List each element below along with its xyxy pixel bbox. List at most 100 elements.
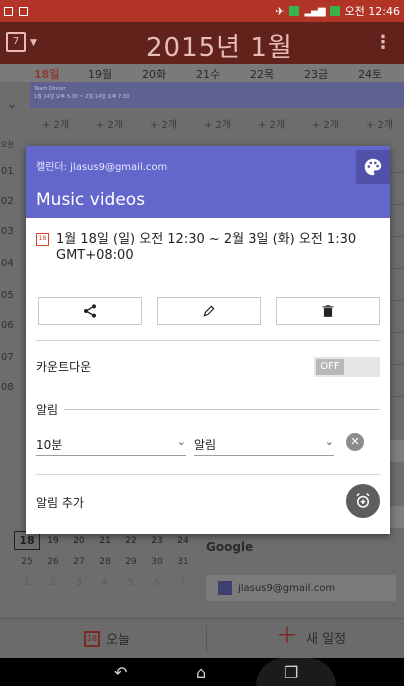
mini-calendar-day[interactable]: 6: [144, 578, 170, 588]
palette-icon[interactable]: [356, 150, 390, 184]
account-list: Google jlasus9@gmail.com: [206, 540, 398, 601]
day-header[interactable]: 19월: [88, 66, 112, 82]
more-events[interactable]: + 2개: [258, 116, 285, 131]
new-event-label: 새 일정: [306, 631, 347, 647]
month-title: 2015년 1월: [146, 33, 293, 63]
bottom-bar-divider: [206, 625, 207, 653]
status-bar: ✈ ▂▄▆ 오전 12:46: [0, 0, 404, 22]
event-actions: [38, 297, 380, 325]
recent-apps-icon[interactable]: ❐: [284, 663, 298, 682]
alarm-time-value: 10분: [36, 438, 63, 452]
event-title: Music videos: [36, 190, 146, 210]
back-icon[interactable]: ↶: [114, 663, 127, 682]
app-bar: 7 ▼ 2015년 1월 ⋮: [0, 22, 404, 64]
status-time: 오전 12:46: [344, 5, 400, 18]
mini-calendar-day[interactable]: 31: [170, 557, 196, 567]
alarm-type-value: 알림: [194, 438, 217, 452]
day-header[interactable]: 24토: [358, 66, 382, 82]
mini-calendar-day[interactable]: 30: [144, 557, 170, 567]
all-day-event[interactable]: Team Dinner 1월 14일 오후 5:30 ~ 2월 14일 오후 7…: [30, 82, 404, 108]
mini-calendar-day[interactable]: 27: [66, 557, 92, 567]
mini-calendar-row: 25 26 27 28 29 30 31: [14, 551, 198, 572]
screenshot-icon: [19, 6, 28, 16]
more-events-row: + 2개 + 2개 + 2개 + 2개 + 2개 + 2개 + 2개: [30, 110, 404, 136]
alarm-section-label: 알림: [36, 401, 63, 418]
hour-label: 오전: [1, 141, 14, 149]
mini-calendar-day[interactable]: 26: [40, 557, 66, 567]
day-header[interactable]: 18일: [34, 66, 59, 82]
mini-calendar-day[interactable]: 23: [144, 536, 170, 546]
day-header[interactable]: 21수: [196, 66, 220, 82]
hour-label: 03: [1, 226, 14, 237]
mini-calendar-day[interactable]: 29: [118, 557, 144, 567]
more-events[interactable]: + 2개: [42, 116, 69, 131]
account-email: jlasus9@gmail.com: [238, 582, 336, 594]
mini-calendar-day[interactable]: 4: [92, 578, 118, 588]
mini-calendar-day[interactable]: 7: [170, 578, 196, 588]
event-timezone: GMT+08:00: [56, 248, 134, 263]
mini-calendar-day[interactable]: 1: [14, 578, 40, 588]
chevron-down-icon: ⌄: [176, 435, 186, 448]
account-item[interactable]: jlasus9@gmail.com: [206, 575, 396, 601]
notification-icon: [4, 6, 13, 16]
calendar-account-label: 캘린더: jlasus9@gmail.com: [36, 162, 168, 173]
home-icon[interactable]: ⌂: [196, 663, 206, 682]
collapse-chevron-icon[interactable]: ⌄: [6, 96, 18, 112]
trash-icon: [322, 305, 334, 317]
mini-calendar-day[interactable]: 2: [40, 578, 66, 588]
mini-calendar-day[interactable]: 19: [40, 536, 66, 546]
more-events[interactable]: + 2개: [204, 116, 231, 131]
chevron-down-icon: ⌄: [324, 435, 334, 448]
alarm-type-select[interactable]: 알림 ⌄: [194, 435, 334, 456]
today-icon: 18: [84, 630, 100, 647]
divider: [36, 474, 380, 475]
delete-button[interactable]: [276, 297, 380, 325]
hour-label: 08: [1, 382, 14, 393]
mini-calendar-day[interactable]: 3: [66, 578, 92, 588]
section-divider: [64, 409, 380, 410]
day-header[interactable]: 22목: [250, 66, 274, 82]
hour-label: 07: [1, 352, 14, 363]
today-label: 오늘: [106, 633, 130, 648]
calendar-icon[interactable]: 7: [6, 32, 26, 52]
more-events[interactable]: + 2개: [366, 116, 393, 131]
remove-alarm-icon[interactable]: ✕: [346, 433, 364, 451]
sim-icon: [289, 6, 300, 16]
countdown-toggle[interactable]: OFF: [314, 357, 380, 377]
account-group-label: Google: [206, 540, 254, 554]
overflow-menu-icon[interactable]: ⋮: [374, 32, 392, 53]
more-events[interactable]: + 2개: [150, 116, 177, 131]
countdown-label: 카운트다운: [36, 360, 92, 374]
event-strip-label: Team Dinner 1월 14일 오후 5:30 ~ 2월 14일 오후 7…: [34, 86, 130, 100]
day-header[interactable]: 23금: [304, 66, 328, 82]
pencil-icon: [203, 305, 215, 317]
mini-calendar-day[interactable]: 25: [14, 557, 40, 567]
alarm-time-select[interactable]: 10분 ⌄: [36, 435, 186, 456]
share-button[interactable]: [38, 297, 142, 325]
mini-calendar-day[interactable]: 22: [118, 536, 144, 546]
today-button[interactable]: 18 오늘: [84, 629, 130, 648]
hour-label: 04: [1, 258, 14, 269]
event-detail-dialog: 캘린더: jlasus9@gmail.com Music videos 18 1…: [26, 146, 390, 534]
mini-calendar-day[interactable]: 24: [170, 536, 196, 546]
mini-calendar-day[interactable]: 28: [92, 557, 118, 567]
more-events[interactable]: + 2개: [96, 116, 123, 131]
edit-button[interactable]: [157, 297, 261, 325]
signal-icon: ▂▄▆: [304, 5, 325, 17]
mini-calendar-day[interactable]: 20: [66, 536, 92, 546]
day-header[interactable]: 20화: [142, 66, 166, 82]
chevron-down-icon[interactable]: ▼: [30, 38, 37, 48]
toggle-state: OFF: [316, 359, 344, 375]
more-events[interactable]: + 2개: [312, 116, 339, 131]
hour-label: 02: [1, 196, 14, 207]
mini-calendar-day[interactable]: 21: [92, 536, 118, 546]
new-event-button[interactable]: ＋ 새 일정: [276, 624, 347, 649]
event-time-range: 1월 18일 (일) 오전 12:30 ~ 2월 3일 (화) 오전 1:30: [56, 232, 357, 247]
mini-calendar-row: 1 2 3 4 5 6 7: [14, 572, 198, 593]
calendar-date-icon: 18: [36, 233, 49, 246]
divider: [36, 340, 380, 341]
add-alarm-button[interactable]: [346, 484, 380, 518]
calendar-color-swatch: [218, 581, 232, 595]
plus-icon: ＋: [276, 624, 299, 649]
mini-calendar-day[interactable]: 5: [118, 578, 144, 588]
